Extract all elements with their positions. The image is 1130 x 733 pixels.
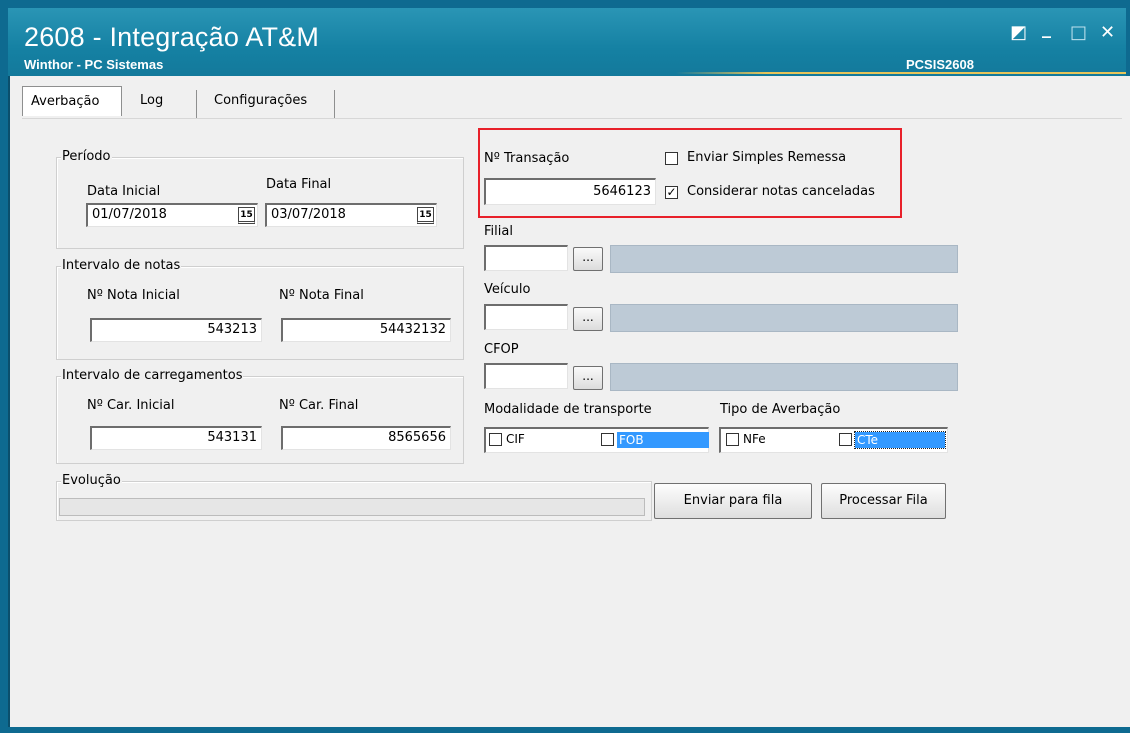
data-final-value: 03/07/2018 <box>271 207 346 222</box>
data-final-field[interactable]: 03/07/2018 15 <box>265 203 437 227</box>
progress-bar <box>59 498 645 516</box>
close-icon[interactable]: ✕ <box>1100 22 1115 43</box>
calendar-icon[interactable]: 15 <box>238 207 255 224</box>
cif-label: CIF <box>506 432 525 446</box>
nota-final-input[interactable]: 54432132 <box>281 318 451 342</box>
tab-log[interactable]: Log <box>132 86 171 116</box>
cif-checkbox[interactable] <box>489 433 502 446</box>
title-bar[interactable]: 2608 - Integração AT&M Winthor - PC Sist… <box>8 8 1126 76</box>
program-code: PCSIS2608 <box>906 57 974 72</box>
processar-fila-button[interactable]: Processar Fila <box>821 483 946 519</box>
intervalo-carregamentos-legend: Intervalo de carregamentos <box>61 368 244 383</box>
cte-label[interactable]: CTe <box>854 431 946 449</box>
intervalo-notas-group: Intervalo de notas Nº Nota Inicial Nº No… <box>56 258 464 360</box>
tab-separator <box>334 90 335 118</box>
evolucao-group: Evolução <box>56 473 652 521</box>
enviar-para-fila-button[interactable]: Enviar para fila <box>654 483 812 519</box>
restore-icon[interactable]: ◩ <box>1010 22 1027 43</box>
intervalo-carregamentos-group: Intervalo de carregamentos Nº Car. Inici… <box>56 368 464 464</box>
veiculo-description <box>610 304 958 332</box>
nota-inicial-label: Nº Nota Inicial <box>87 288 180 303</box>
cfop-description <box>610 363 958 391</box>
application-window: 2608 - Integração AT&M Winthor - PC Sist… <box>0 0 1130 733</box>
filial-description <box>610 245 958 273</box>
highlight-box <box>478 128 902 218</box>
tipo-averbacao-checkgroup: NFe CTe <box>719 427 948 453</box>
evolucao-legend: Evolução <box>61 473 122 488</box>
calendar-icon[interactable]: 15 <box>417 207 434 224</box>
modalidade-checkgroup: CIF FOB <box>484 427 709 453</box>
nfe-label: NFe <box>743 432 766 446</box>
modalidade-label: Modalidade de transporte <box>484 402 652 417</box>
intervalo-notas-legend: Intervalo de notas <box>61 258 182 273</box>
filial-lookup-button[interactable]: ... <box>573 247 603 271</box>
cte-checkbox[interactable] <box>839 433 852 446</box>
veiculo-label: Veículo <box>484 282 531 297</box>
cfop-input[interactable] <box>484 363 568 389</box>
client-area: Averbação Log Configurações Período Data… <box>8 76 1130 727</box>
filial-label: Filial <box>484 224 513 239</box>
veiculo-input[interactable] <box>484 304 568 330</box>
data-final-label: Data Final <box>266 177 332 192</box>
periodo-group: Período Data Inicial Data Final 01/07/20… <box>56 149 464 249</box>
window-subtitle: Winthor - PC Sistemas <box>24 57 164 72</box>
filial-input[interactable] <box>484 245 568 271</box>
car-inicial-label: Nº Car. Inicial <box>87 398 175 413</box>
cfop-label: CFOP <box>484 342 519 357</box>
cfop-lookup-button[interactable]: ... <box>573 366 603 390</box>
fob-checkbox[interactable] <box>601 433 614 446</box>
nota-inicial-input[interactable]: 543213 <box>90 318 262 342</box>
fob-label[interactable]: FOB <box>617 432 709 448</box>
periodo-legend: Período <box>61 149 112 164</box>
maximize-icon[interactable]: □ <box>1070 22 1087 43</box>
title-accent-line <box>676 72 1126 74</box>
data-inicial-field[interactable]: 01/07/2018 15 <box>86 203 258 227</box>
window-title: 2608 - Integração AT&M <box>24 22 320 52</box>
tab-configuracoes[interactable]: Configurações <box>206 86 315 116</box>
tab-averbacao[interactable]: Averbação <box>22 86 122 116</box>
veiculo-lookup-button[interactable]: ... <box>573 307 603 331</box>
minimize-icon[interactable]: _ <box>1042 18 1051 39</box>
tab-bar: Averbação Log Configurações <box>22 86 1122 118</box>
nfe-checkbox[interactable] <box>726 433 739 446</box>
tab-divider <box>22 118 1122 119</box>
car-final-input[interactable]: 8565656 <box>281 426 451 450</box>
data-inicial-label: Data Inicial <box>87 184 161 199</box>
tab-separator <box>196 90 197 118</box>
nota-final-label: Nº Nota Final <box>279 288 364 303</box>
data-inicial-value: 01/07/2018 <box>92 207 167 222</box>
tipo-averbacao-label: Tipo de Averbação <box>720 402 841 417</box>
car-inicial-input[interactable]: 543131 <box>90 426 262 450</box>
car-final-label: Nº Car. Final <box>279 398 359 413</box>
